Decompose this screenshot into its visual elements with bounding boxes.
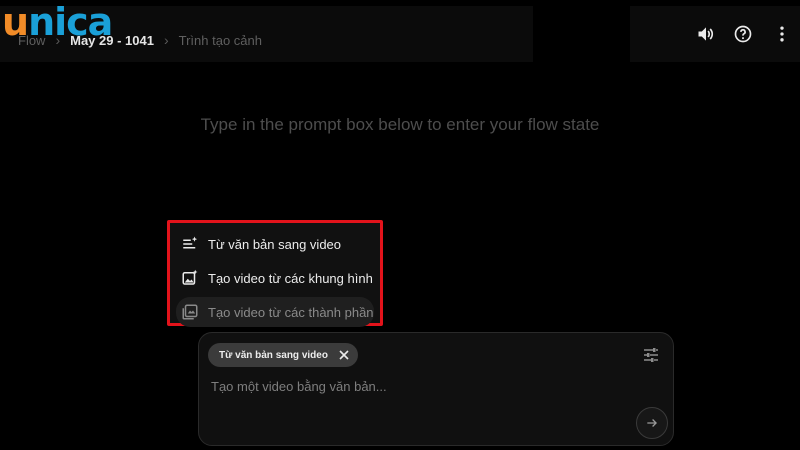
- prompt-input[interactable]: [209, 375, 633, 397]
- logo-letter-u: u: [2, 0, 29, 44]
- more-vert-icon[interactable]: [770, 22, 794, 46]
- prompt-composer: Từ văn bản sang video: [198, 332, 674, 446]
- text-sparkle-icon: [181, 235, 199, 253]
- menu-item-label: Tạo video từ các khung hình: [208, 270, 373, 286]
- logo-letters: nica: [28, 0, 113, 44]
- menu-item-label: Tạo video từ các thành phần: [208, 304, 374, 320]
- mode-chip-label: Từ văn bản sang video: [219, 349, 328, 361]
- menu-item-text-to-video[interactable]: Từ văn bản sang video: [176, 229, 374, 259]
- arrow-right-icon: [647, 419, 657, 427]
- ingredients-icon: [181, 303, 199, 321]
- mode-chip[interactable]: Từ văn bản sang video: [208, 343, 358, 367]
- help-icon[interactable]: [731, 22, 755, 46]
- breadcrumb-page: Trình tạo cảnh: [178, 32, 262, 48]
- menu-item-label: Từ văn bản sang video: [208, 236, 342, 252]
- menu-item-ingredients-to-video[interactable]: Tạo video từ các thành phần: [176, 297, 374, 327]
- mode-menu: Từ văn bản sang video Tạo video từ các k…: [167, 220, 383, 327]
- volume-icon[interactable]: [694, 22, 718, 46]
- image-sparkle-icon: [181, 269, 199, 287]
- menu-item-frames-to-video[interactable]: Tạo video từ các khung hình: [176, 263, 374, 293]
- tune-icon[interactable]: [643, 347, 659, 363]
- unica-logo: unica: [2, 0, 113, 44]
- empty-state-hint: Type in the prompt box below to enter yo…: [200, 115, 600, 134]
- chevron-right-icon: ›: [163, 32, 169, 48]
- close-icon[interactable]: [338, 349, 350, 361]
- send-button[interactable]: [636, 407, 668, 439]
